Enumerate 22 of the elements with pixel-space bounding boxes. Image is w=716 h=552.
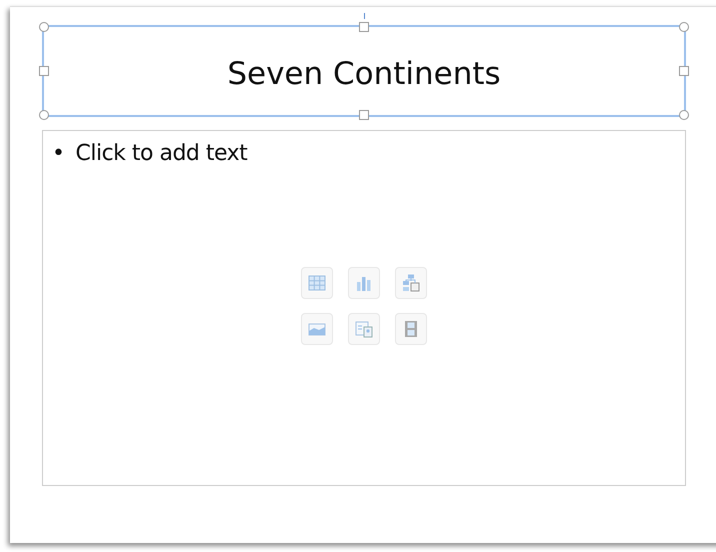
- insert-picture-button[interactable]: [301, 312, 333, 344]
- placeholder-text: Click to add text: [75, 141, 248, 166]
- slide-title: Seven Continents: [227, 55, 501, 92]
- table-icon: [307, 272, 327, 292]
- resize-handle[interactable]: [39, 110, 49, 120]
- resize-handle[interactable]: [679, 66, 689, 76]
- insert-clipart-button[interactable]: [348, 312, 380, 344]
- rotate-handle[interactable]: [364, 13, 365, 19]
- resize-handle[interactable]: [359, 22, 369, 32]
- insert-table-button[interactable]: [301, 266, 333, 298]
- insert-smartart-button[interactable]: [395, 266, 427, 298]
- clip-art-icon: [354, 318, 374, 338]
- content-placeholder[interactable]: • Click to add text: [42, 130, 686, 486]
- resize-handle[interactable]: [39, 22, 49, 32]
- org-chart-icon: [401, 272, 421, 292]
- bullet: •: [52, 141, 64, 166]
- insert-movie-button[interactable]: [395, 312, 427, 344]
- resize-handle[interactable]: [359, 110, 369, 120]
- resize-handle[interactable]: [679, 22, 689, 32]
- insert-chart-button[interactable]: [348, 266, 380, 298]
- resize-handle[interactable]: [679, 110, 689, 120]
- resize-handle[interactable]: [39, 66, 49, 76]
